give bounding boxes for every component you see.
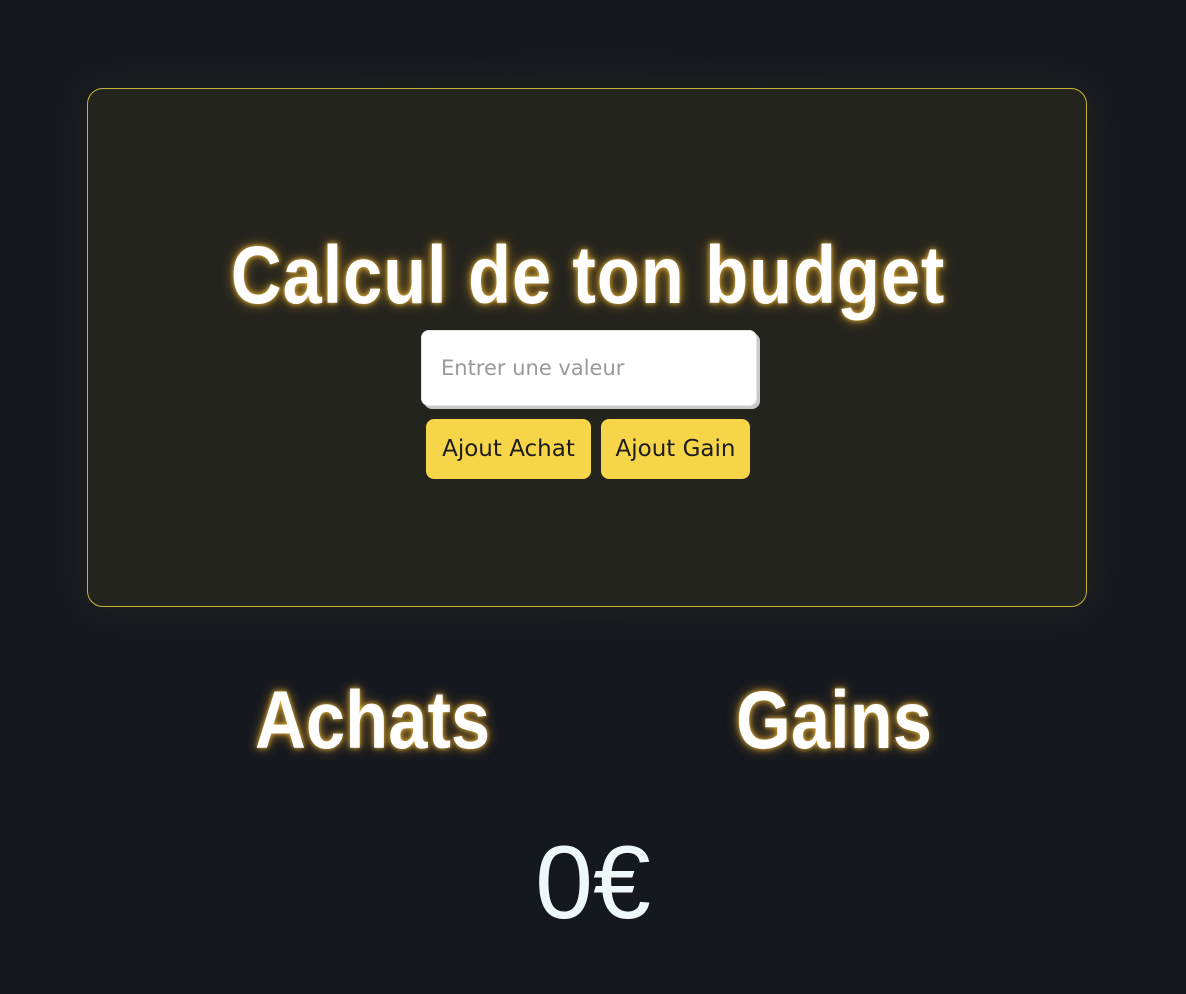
budget-card: Calcul de ton budget Ajout Achat Ajout G… bbox=[87, 88, 1087, 607]
achats-heading: Achats bbox=[255, 675, 491, 766]
gains-heading: Gains bbox=[736, 675, 932, 766]
value-input[interactable] bbox=[421, 330, 757, 406]
page-title: Calcul de ton budget bbox=[230, 230, 946, 321]
add-achat-button[interactable]: Ajout Achat bbox=[426, 419, 591, 479]
add-gain-button[interactable]: Ajout Gain bbox=[601, 419, 750, 479]
budget-total: 0€ bbox=[535, 825, 651, 941]
